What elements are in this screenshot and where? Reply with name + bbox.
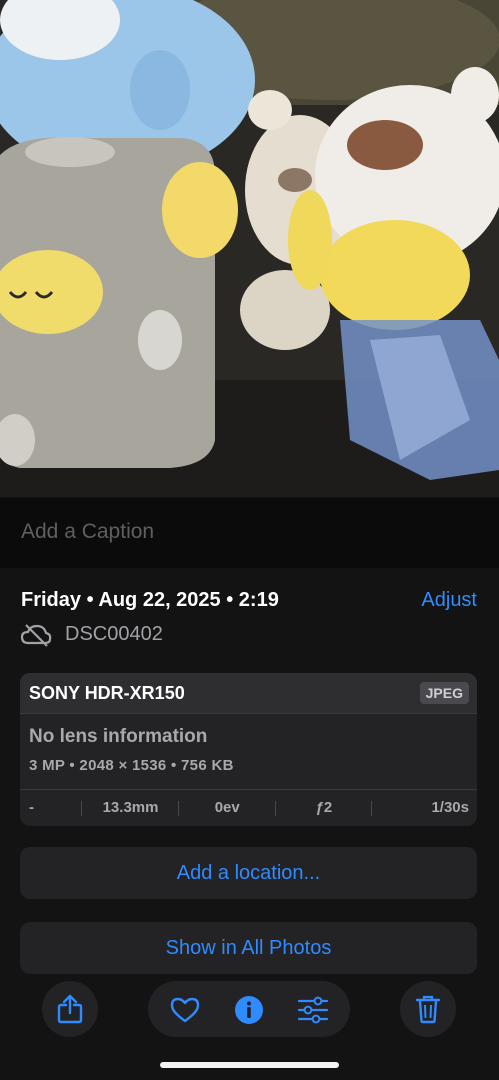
show-in-all-photos-button[interactable]: Show in All Photos [20, 922, 477, 974]
format-badge: JPEG [419, 682, 469, 704]
camera-info-card: SONY HDR-XR150 JPEG No lens information … [20, 673, 477, 826]
image-specs: 3 MP • 2048 × 1536 • 756 KB [29, 757, 234, 774]
share-button[interactable] [42, 981, 98, 1037]
caption-input[interactable]: Add a Caption [21, 520, 154, 544]
lens-info: No lens information [29, 726, 208, 747]
exif-shutter-speed: 1/30s [431, 799, 469, 816]
cloud-slash-icon [20, 624, 52, 647]
exif-focal-length: 13.3mm [82, 790, 179, 826]
adjust-date-button[interactable]: Adjust [421, 589, 477, 612]
share-icon [57, 994, 83, 1024]
heart-icon[interactable] [170, 997, 200, 1023]
exif-iso: - [20, 790, 83, 826]
home-indicator[interactable] [160, 1062, 339, 1068]
exif-row: - 13.3mm 0ev ƒ2 1/30s [20, 789, 477, 826]
exif-exposure-value: 0ev [179, 790, 276, 826]
toolbar-pill [148, 981, 350, 1037]
file-name: DSC00402 [65, 623, 163, 645]
add-location-button[interactable]: Add a location... [20, 847, 477, 899]
exif-aperture: ƒ2 [276, 790, 373, 826]
photo-image[interactable] [0, 0, 499, 497]
info-icon[interactable] [234, 995, 264, 1025]
trash-icon [415, 995, 441, 1024]
delete-button[interactable] [400, 981, 456, 1037]
adjust-sliders-icon[interactable] [297, 996, 329, 1024]
camera-model: SONY HDR-XR150 [29, 683, 185, 703]
photo-date: Friday • Aug 22, 2025 • 2:19 [21, 589, 279, 611]
camera-card-header: SONY HDR-XR150 JPEG [20, 673, 477, 714]
